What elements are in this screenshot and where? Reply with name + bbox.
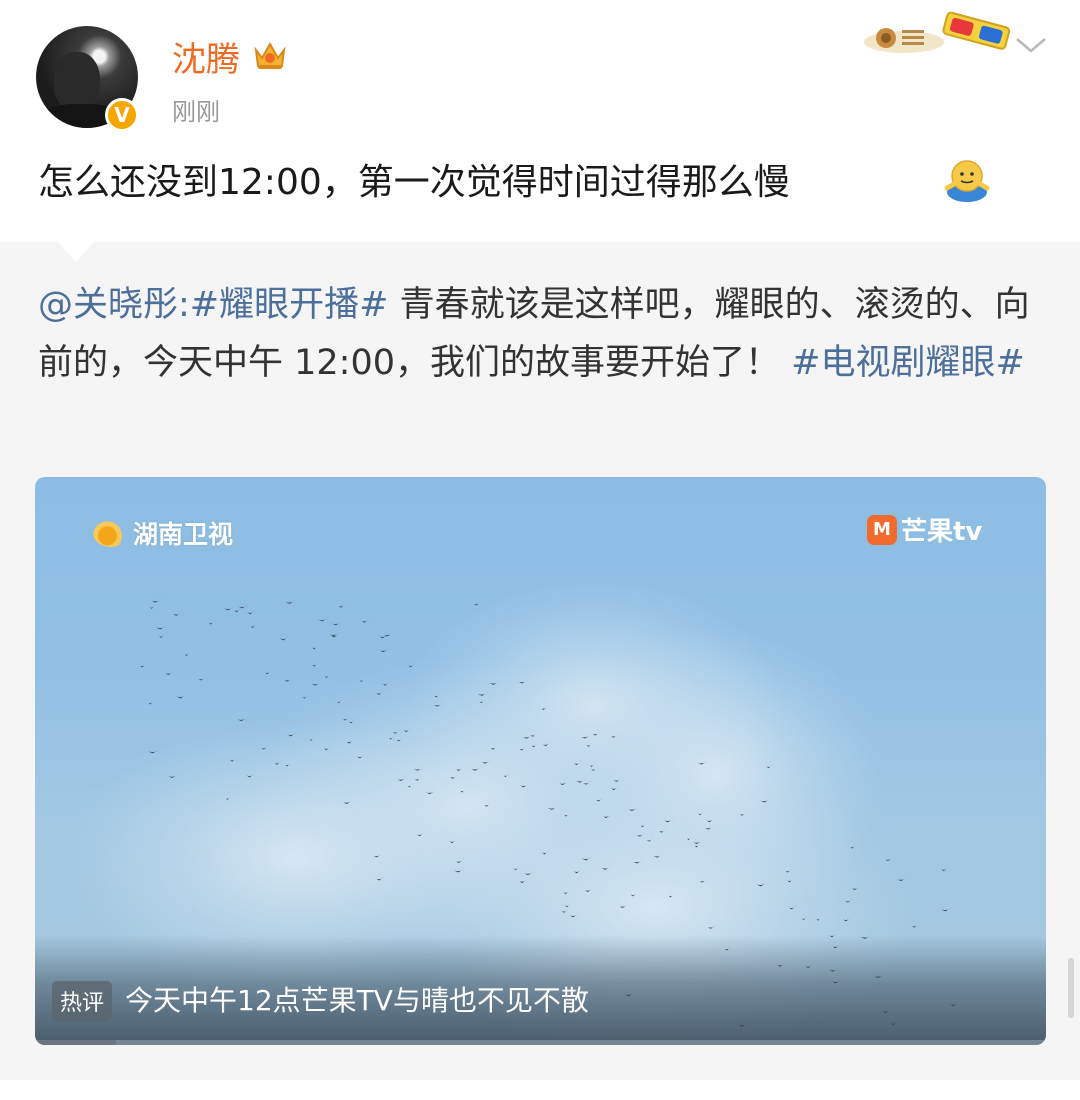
bird (146, 700, 154, 705)
video-player[interactable]: 湖南卫视 M 芒果tv 热评 今天中午12点芒果TV与晴也不见不散 (35, 477, 1046, 1045)
bird (315, 617, 329, 622)
bird (162, 670, 174, 675)
bird (148, 598, 163, 603)
hunan-logo-text: 湖南卫视 (133, 520, 234, 549)
bird (137, 663, 147, 668)
bird (153, 625, 168, 630)
bird (236, 604, 248, 609)
bird (207, 620, 215, 625)
video-progress-track[interactable] (35, 1040, 1046, 1045)
repost-text: @关晓彤:#耀眼开播# 青春就该是这样吧，耀眼的、滚烫的、向前的，今天中午 12… (38, 276, 1048, 392)
hot-comment-text: 今天中午12点芒果TV与晴也不见不散 (125, 984, 589, 1017)
bird (171, 611, 182, 616)
topic-link-2[interactable]: #电视剧耀眼# (791, 343, 1025, 383)
username[interactable]: 沈腾 (172, 32, 240, 81)
bird (939, 867, 948, 872)
bird (156, 633, 166, 638)
mention-link[interactable]: @关晓彤: (38, 285, 190, 325)
bird (301, 694, 308, 699)
bird (381, 632, 394, 637)
badge-deco-icon (864, 11, 1011, 53)
repost-pointer (58, 242, 94, 262)
bird (174, 694, 187, 699)
bird (222, 606, 235, 611)
mango-logo-icon: M (867, 514, 897, 545)
bird (263, 670, 272, 675)
bird (376, 634, 389, 639)
bird (336, 603, 346, 608)
verified-icon: V (105, 98, 139, 132)
mango-tv-logo: M 芒果tv (867, 511, 982, 548)
smile-emoji-icon (944, 160, 990, 202)
topic-link-1[interactable]: #耀眼开播# (190, 285, 389, 325)
bird (360, 618, 369, 623)
bird (282, 599, 297, 604)
bird (329, 621, 342, 626)
bird (248, 623, 257, 628)
bird (232, 608, 241, 613)
bird (327, 632, 340, 637)
post-content: 怎么还没到12:00，第一次觉得时间过得那么慢 (38, 162, 790, 203)
timestamp: 刚刚 (172, 98, 220, 126)
bird (310, 662, 318, 667)
bird (148, 604, 155, 609)
chevron-down-icon[interactable] (1014, 34, 1048, 56)
bird (245, 610, 256, 615)
bird (196, 676, 206, 681)
bird (183, 652, 190, 657)
hunan-tv-logo: 湖南卫视 (93, 515, 233, 551)
crown-icon (254, 41, 286, 69)
video-progress-fill (35, 1040, 116, 1045)
bird (282, 677, 293, 682)
bird (277, 636, 290, 641)
avatar-face (54, 52, 100, 110)
hot-comment-tag: 热评 (52, 981, 113, 1021)
bird (376, 648, 391, 653)
bird (311, 645, 318, 650)
hunan-logo-icon (93, 519, 129, 547)
mango-logo-text: 芒果tv (901, 517, 983, 547)
scrollbar[interactable] (1068, 958, 1074, 1018)
bird (308, 681, 322, 686)
bird (938, 907, 953, 912)
bird (322, 674, 331, 679)
